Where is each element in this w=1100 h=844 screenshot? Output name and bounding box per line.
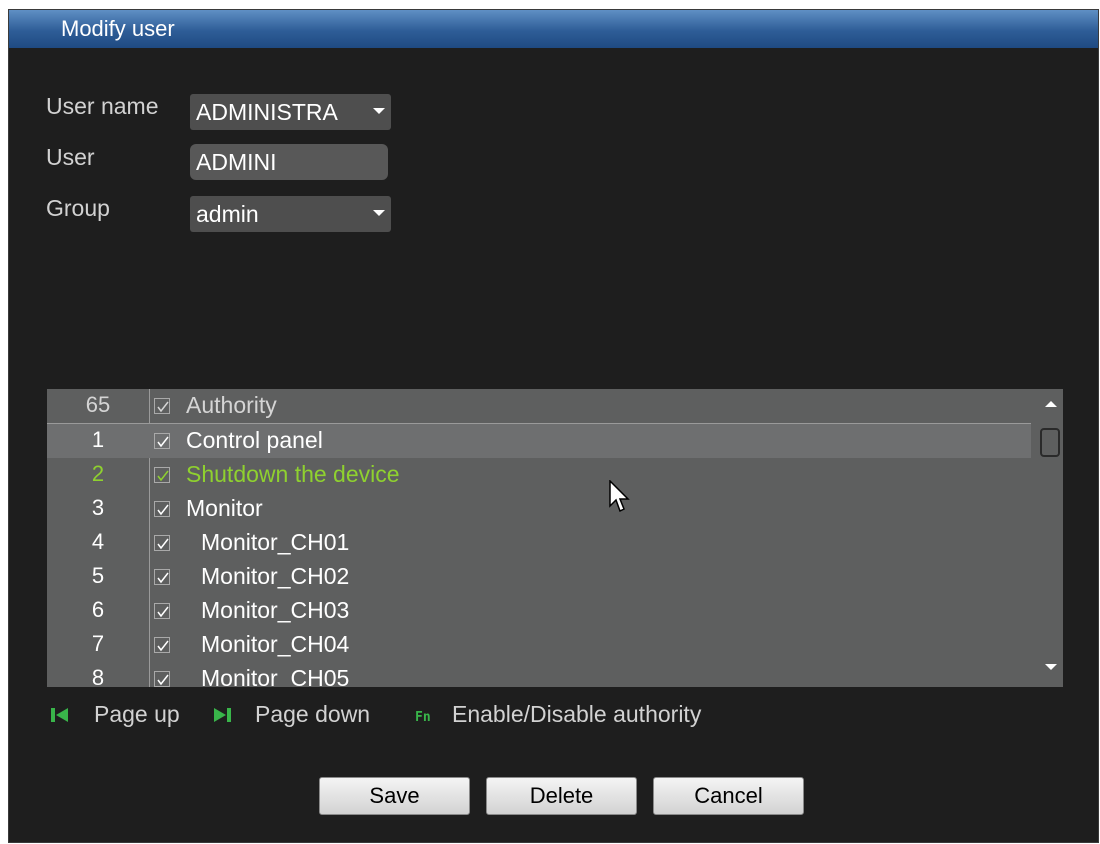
table-row[interactable]: 7 Monitor_CH04 — [47, 628, 1031, 662]
enable-disable-hint: Enable/Disable authority — [452, 701, 702, 727]
row-number: 1 — [91, 427, 105, 452]
row-number: 7 — [91, 631, 105, 656]
row-label: Control panel — [186, 427, 323, 453]
row-label: Monitor_CH01 — [201, 529, 350, 555]
check-icon — [157, 674, 169, 686]
scroll-up-arrow-icon[interactable] — [1045, 401, 1057, 407]
row-checkbox[interactable] — [154, 535, 170, 551]
check-icon — [157, 504, 169, 516]
row-label: Monitor_CH04 — [201, 631, 350, 657]
row-checkbox[interactable] — [154, 433, 170, 449]
check-icon — [157, 401, 169, 413]
user-name-dropdown[interactable]: ADMINISTRA — [190, 94, 391, 130]
user-value: ADMINI — [196, 149, 277, 175]
row-number: 6 — [91, 597, 105, 622]
check-icon — [157, 538, 169, 550]
table-row[interactable]: 5 Monitor_CH02 — [47, 560, 1031, 594]
row-checkbox[interactable] — [154, 501, 170, 517]
row-number: 3 — [91, 495, 105, 520]
table-row[interactable]: 6 Monitor_CH03 — [47, 594, 1031, 628]
page-down-hint: Page down — [255, 701, 371, 727]
group-label: Group — [46, 195, 110, 221]
authority-table: 65 Authority 1 Control panel 2 Shutdown … — [47, 389, 1063, 687]
row-checkbox[interactable] — [154, 637, 170, 653]
table-row[interactable]: 1 Control panel — [47, 424, 1031, 458]
header-count: 65 — [85, 392, 111, 417]
chevron-down-icon — [373, 108, 385, 114]
table-row[interactable]: 8 Monitor_CH05 — [47, 662, 1031, 687]
table-header[interactable]: 65 Authority — [47, 389, 1031, 424]
user-field[interactable]: ADMINI — [190, 144, 388, 180]
scroll-down-arrow-icon[interactable] — [1045, 664, 1057, 670]
table-row[interactable]: 2 Shutdown the device — [47, 458, 1031, 492]
check-icon — [157, 436, 169, 448]
select-all-checkbox[interactable] — [154, 398, 170, 414]
user-label: User — [46, 144, 95, 170]
row-checkbox[interactable] — [154, 671, 170, 687]
row-checkbox[interactable] — [154, 569, 170, 585]
chevron-down-icon — [373, 210, 385, 216]
page-up-icon — [51, 708, 68, 722]
modify-user-dialog: Modify user User name ADMINISTRA User AD… — [8, 9, 1099, 843]
row-label: Shutdown the device — [186, 461, 400, 487]
row-label: Monitor — [186, 495, 263, 521]
row-number: 5 — [91, 563, 105, 588]
header-label: Authority — [186, 392, 277, 418]
check-icon — [157, 470, 169, 482]
page-up-hint: Page up — [94, 701, 180, 727]
check-icon — [157, 572, 169, 584]
title-bar: Modify user — [9, 10, 1098, 48]
dialog-title: Modify user — [61, 16, 175, 41]
fn-key-icon: Fn — [415, 710, 431, 725]
row-label: Monitor_CH05 — [201, 665, 350, 687]
check-icon — [157, 640, 169, 652]
row-checkbox[interactable] — [154, 467, 170, 483]
row-number: 4 — [91, 529, 105, 554]
row-label: Monitor_CH02 — [201, 563, 350, 589]
mouse-cursor-icon — [609, 480, 630, 513]
group-value: admin — [196, 201, 259, 227]
row-checkbox[interactable] — [154, 603, 170, 619]
row-number: 2 — [91, 461, 105, 486]
table-row[interactable]: 3 Monitor — [47, 492, 1031, 526]
page-down-icon — [214, 708, 231, 722]
scrollbar-thumb[interactable] — [1040, 428, 1060, 457]
save-button[interactable]: Save — [319, 777, 470, 815]
user-name-label: User name — [46, 93, 159, 119]
user-name-value: ADMINISTRA — [196, 99, 338, 125]
table-row[interactable]: 4 Monitor_CH01 — [47, 526, 1031, 560]
delete-button[interactable]: Delete — [486, 777, 637, 815]
check-icon — [157, 606, 169, 618]
row-label: Monitor_CH03 — [201, 597, 350, 623]
cancel-button[interactable]: Cancel — [653, 777, 804, 815]
row-number: 8 — [91, 665, 105, 687]
group-dropdown[interactable]: admin — [190, 196, 391, 232]
